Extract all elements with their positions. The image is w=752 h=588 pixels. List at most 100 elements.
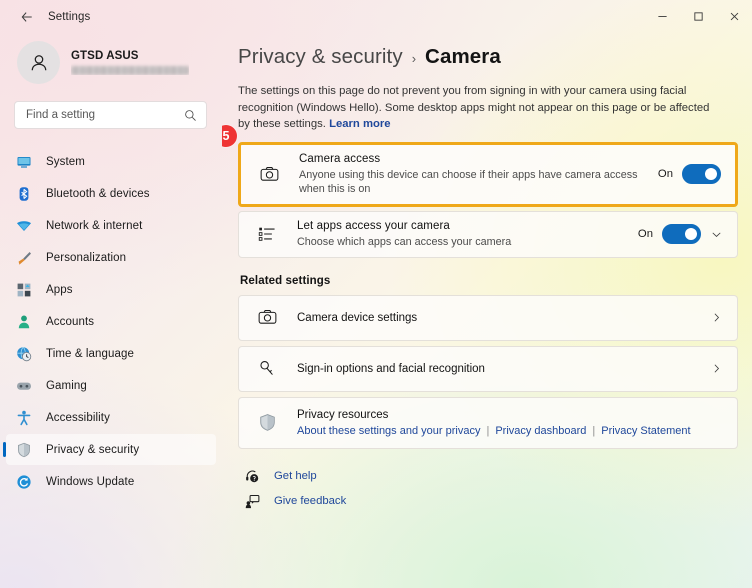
sidebar: GTSD ASUS Find a setting System [0,33,222,588]
let-apps-access-camera-row[interactable]: Let apps access your camera Choose which… [238,211,738,258]
toggle-state-label: On [638,228,653,240]
wifi-icon [15,217,33,235]
sidebar-item-label: Accessibility [46,412,110,424]
close-icon [729,11,740,22]
accessibility-person-icon [15,409,33,427]
sidebar-item-label: Personalization [46,252,126,264]
breadcrumb-parent[interactable]: Privacy & security [238,45,403,69]
learn-more-link[interactable]: Learn more [329,118,391,130]
step-badge: 5 [222,125,237,147]
signin-options-row[interactable]: Sign-in options and facial recognition [238,346,738,392]
search-placeholder: Find a setting [26,109,184,121]
camera-access-row[interactable]: Camera access Anyone using this device c… [241,145,735,204]
search-input[interactable]: Find a setting [14,101,207,129]
give-feedback-row[interactable]: Give feedback [242,490,738,513]
setting-subtitle: Choose which apps can access your camera [297,235,638,249]
user-profile[interactable]: GTSD ASUS [0,33,222,84]
gamepad-icon [15,377,33,395]
page-description-text: The settings on this page do not prevent… [238,85,709,130]
sidebar-item-network-internet[interactable]: Network & internet [6,210,216,241]
sidebar-item-accounts[interactable]: Accounts [6,306,216,337]
chevron-down-icon[interactable] [710,228,723,241]
footer-links: Get help Give feedback [238,465,738,513]
toggle-knob [705,168,717,180]
sidebar-nav: System Bluetooth & devices Network & int… [0,146,222,497]
privacy-resources-links: About these settings and your privacy | … [297,425,723,437]
privacy-statement-link[interactable]: Privacy Statement [601,425,690,437]
shield-icon [15,441,33,459]
app-list-icon [255,225,279,243]
minimize-button[interactable] [644,0,680,33]
account-person-icon [15,313,33,331]
sidebar-item-label: System [46,156,85,168]
maximize-button[interactable] [680,0,716,33]
clock-globe-icon [15,345,33,363]
related-item-title: Camera device settings [297,312,710,324]
page-title: Camera [425,45,501,69]
chevron-right-icon[interactable] [710,362,723,375]
sidebar-item-label: Bluetooth & devices [46,188,150,200]
help-headset-icon [242,469,262,484]
setting-subtitle: Anyone using this device can choose if t… [299,168,658,196]
toggle-knob [685,228,697,240]
get-help-row[interactable]: Get help [242,465,738,488]
back-arrow-icon [20,10,34,24]
sidebar-item-label: Windows Update [46,476,134,488]
close-button[interactable] [716,0,752,33]
page-description: The settings on this page do not prevent… [238,83,718,133]
apps-grid-icon [15,281,33,299]
link-divider: | [592,425,595,437]
window-title: Settings [48,11,90,23]
paintbrush-icon [15,249,33,267]
sidebar-item-system[interactable]: System [6,146,216,177]
related-settings-heading: Related settings [240,275,738,287]
let-apps-access-camera-toggle[interactable] [662,224,701,244]
bluetooth-icon [15,185,33,203]
breadcrumb: Privacy & security › Camera [238,39,738,69]
related-item-title: Sign-in options and facial recognition [297,363,710,375]
sidebar-item-label: Time & language [46,348,134,360]
camera-access-toggle[interactable] [682,164,721,184]
toggle-state-label: On [658,168,673,180]
title-bar: Settings [0,0,752,33]
profile-email-redacted [71,66,189,75]
camera-access-highlight: Camera access Anyone using this device c… [238,142,738,207]
privacy-resources-title: Privacy resources [297,409,723,421]
feedback-icon [242,494,262,509]
key-icon [255,359,279,378]
setting-title: Let apps access your camera [297,220,638,232]
settings-list: Camera access Anyone using this device c… [238,142,738,258]
maximize-icon [693,11,704,22]
sidebar-item-bluetooth-devices[interactable]: Bluetooth & devices [6,178,216,209]
privacy-resources-row: Privacy resources About these settings a… [238,397,738,449]
sidebar-item-personalization[interactable]: Personalization [6,242,216,273]
person-icon [27,51,51,75]
back-button[interactable] [12,6,42,28]
link-divider: | [486,425,489,437]
minimize-icon [657,11,668,22]
camera-icon [257,165,281,184]
get-help-label: Get help [274,470,317,482]
sidebar-item-apps[interactable]: Apps [6,274,216,305]
camera-icon [255,308,279,327]
main-content: 5 Privacy & security › Camera The settin… [222,33,752,588]
shield-icon [255,413,279,432]
sidebar-item-accessibility[interactable]: Accessibility [6,402,216,433]
chevron-right-icon[interactable] [710,311,723,324]
privacy-dashboard-link[interactable]: Privacy dashboard [495,425,586,437]
sidebar-item-time-language[interactable]: Time & language [6,338,216,369]
sidebar-item-label: Gaming [46,380,87,392]
camera-device-settings-row[interactable]: Camera device settings [238,295,738,341]
setting-title: Camera access [299,153,658,165]
search-icon [184,109,197,122]
system-monitor-icon [15,153,33,171]
sidebar-item-gaming[interactable]: Gaming [6,370,216,401]
about-settings-privacy-link[interactable]: About these settings and your privacy [297,425,480,437]
sidebar-item-privacy-security[interactable]: Privacy & security [6,434,216,465]
breadcrumb-separator-icon: › [412,51,416,66]
sidebar-item-label: Apps [46,284,73,296]
profile-name: GTSD ASUS [71,50,189,62]
sidebar-item-windows-update[interactable]: Windows Update [6,466,216,497]
sidebar-item-label: Network & internet [46,220,142,232]
sidebar-item-label: Accounts [46,316,94,328]
